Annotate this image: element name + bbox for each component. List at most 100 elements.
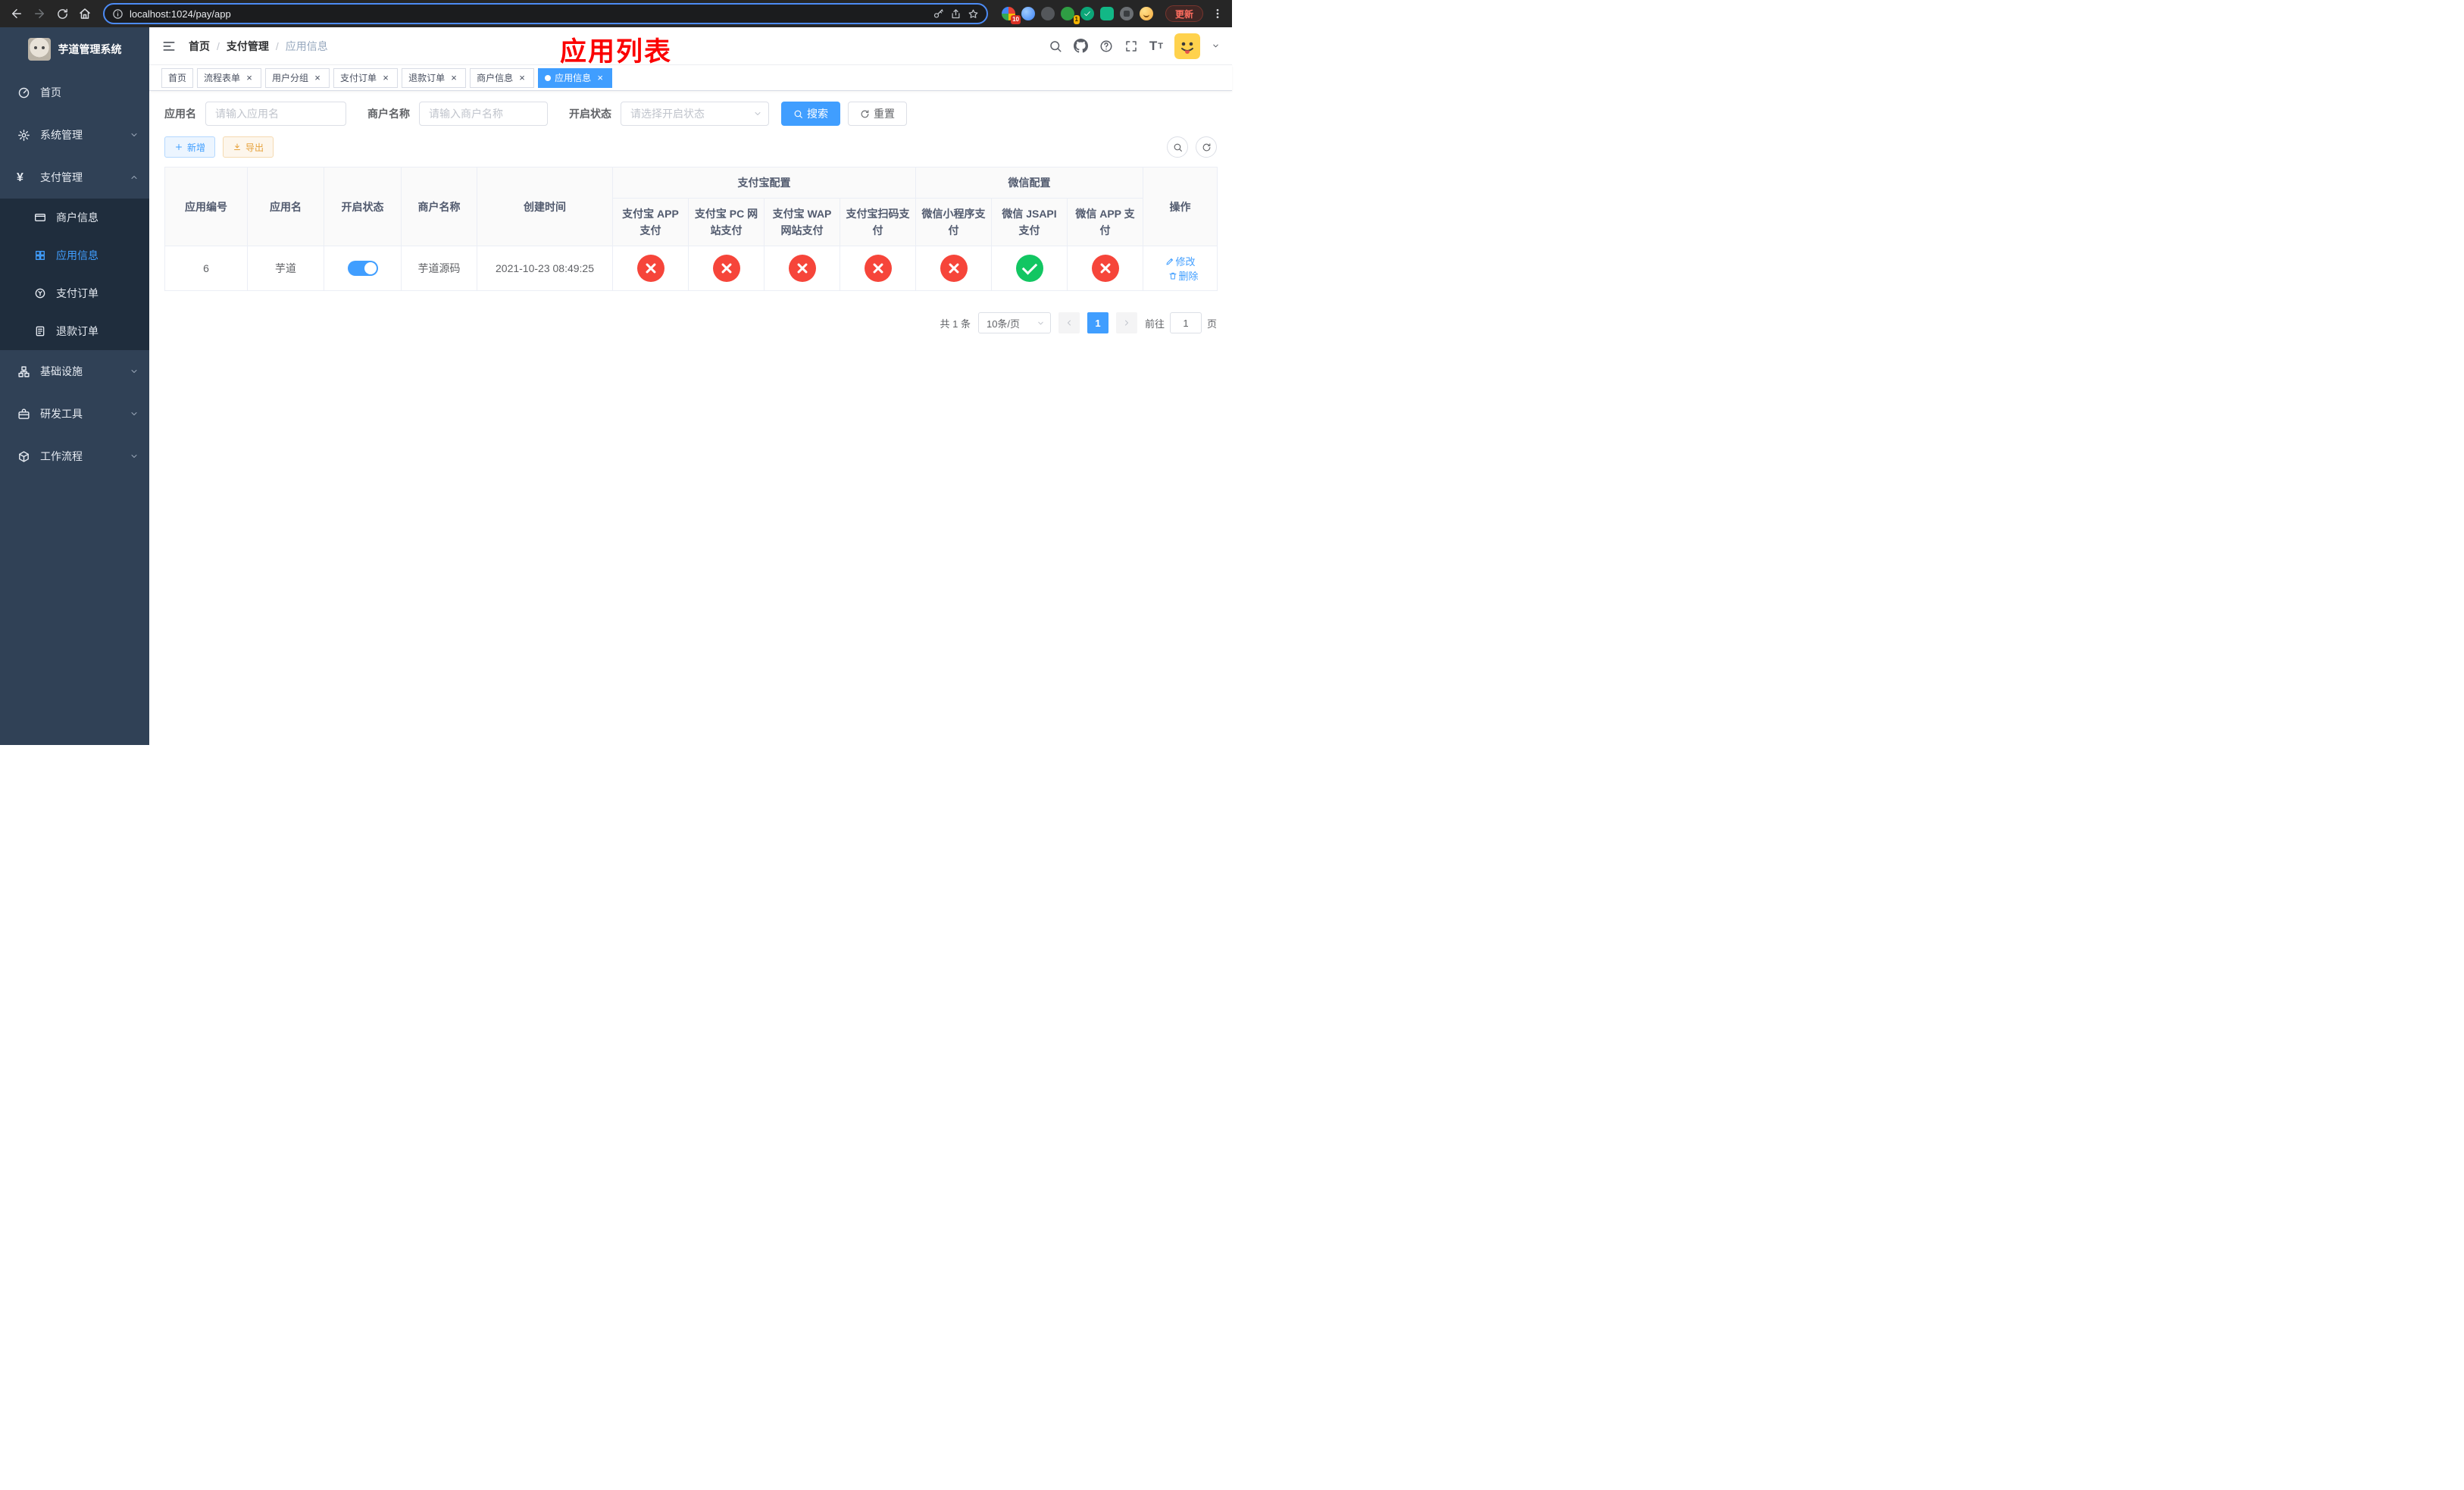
wechat-lite-status-icon bbox=[940, 255, 968, 282]
tree-structure-icon bbox=[17, 365, 30, 378]
export-button[interactable]: 导出 bbox=[223, 136, 274, 158]
tab-home[interactable]: 首页 bbox=[161, 67, 194, 88]
sidebar-item-merchant-info[interactable]: 商户信息 bbox=[0, 199, 149, 236]
add-button[interactable]: 新增 bbox=[164, 136, 216, 158]
app-name-input[interactable] bbox=[205, 102, 346, 126]
extension-icon[interactable] bbox=[1119, 7, 1134, 20]
tab-refund-order[interactable]: 退款订单 bbox=[402, 67, 467, 88]
active-dot bbox=[545, 74, 552, 81]
tab-label: 流程表单 bbox=[204, 73, 241, 83]
close-icon[interactable] bbox=[595, 73, 605, 83]
breadcrumb-payment: 支付管理 bbox=[210, 39, 269, 54]
forward-icon[interactable] bbox=[29, 3, 50, 24]
select-placeholder: 请选择开启状态 bbox=[630, 108, 705, 120]
extension-icon[interactable] bbox=[1040, 7, 1055, 20]
sidebar-item-workflow[interactable]: 工作流程 bbox=[0, 435, 149, 477]
extension-icon[interactable] bbox=[1139, 7, 1153, 20]
status-select[interactable]: 请选择开启状态 bbox=[621, 102, 769, 126]
url-bar[interactable]: localhost:1024/pay/app bbox=[103, 3, 988, 24]
status-toggle[interactable] bbox=[347, 261, 378, 276]
search-icon bbox=[793, 109, 803, 119]
fullscreen-icon[interactable] bbox=[1124, 39, 1138, 53]
extensions-toolbar: 10 1 bbox=[1001, 7, 1153, 24]
sidebar-item-label: 研发工具 bbox=[40, 408, 83, 420]
table-toolbar: 新增 导出 bbox=[164, 136, 1217, 158]
breadcrumb-home[interactable]: 首页 bbox=[189, 39, 210, 54]
url-text: localhost:1024/pay/app bbox=[130, 8, 231, 20]
toggle-search-button[interactable] bbox=[1167, 136, 1188, 158]
merchant-name-input[interactable] bbox=[419, 102, 548, 126]
sidebar-item-label: 基础设施 bbox=[40, 365, 83, 377]
refresh-table-button[interactable] bbox=[1196, 136, 1217, 158]
share-icon[interactable] bbox=[950, 8, 962, 20]
user-avatar[interactable] bbox=[1174, 33, 1200, 59]
close-icon[interactable] bbox=[244, 73, 255, 83]
close-icon[interactable] bbox=[312, 73, 323, 83]
back-icon[interactable] bbox=[6, 3, 27, 24]
help-icon[interactable] bbox=[1099, 39, 1113, 53]
extension-icon[interactable] bbox=[1080, 7, 1094, 20]
tab-label: 应用信息 bbox=[555, 73, 592, 83]
tab-app-info[interactable]: 应用信息 bbox=[538, 67, 613, 88]
cell-app-id: 6 bbox=[164, 246, 248, 291]
tab-merchant-info[interactable]: 商户信息 bbox=[470, 67, 535, 88]
sidebar-toggle-icon[interactable] bbox=[161, 39, 177, 54]
tab-user-group[interactable]: 用户分组 bbox=[265, 67, 330, 88]
reset-button[interactable]: 重置 bbox=[848, 102, 907, 126]
browser-menu-icon[interactable] bbox=[1209, 8, 1226, 20]
tab-label: 商户信息 bbox=[477, 73, 514, 83]
search-icon[interactable] bbox=[1049, 39, 1062, 53]
page-content: 应用名 商户名称 开启状态 请选择开启状态 搜索 bbox=[149, 91, 1232, 745]
header-merchant: 商户名称 bbox=[401, 167, 477, 246]
goto-suffix: 页 bbox=[1206, 318, 1217, 330]
extension-icon[interactable]: 10 bbox=[1001, 7, 1021, 24]
chrome-update-button[interactable]: 更新 bbox=[1165, 5, 1203, 22]
prev-page-button[interactable] bbox=[1058, 312, 1080, 333]
sidebar-item-pay-order[interactable]: 支付订单 bbox=[0, 274, 149, 312]
alipay-app-status-icon bbox=[636, 255, 664, 282]
page-number-current[interactable]: 1 bbox=[1087, 312, 1108, 333]
bookmark-star-icon[interactable] bbox=[968, 8, 979, 20]
site-info-icon[interactable] bbox=[112, 8, 124, 20]
header-app-id: 应用编号 bbox=[164, 167, 248, 246]
app-title: 芋道管理系统 bbox=[58, 43, 122, 55]
cell-app-name: 芋道 bbox=[247, 246, 324, 291]
tab-process-form[interactable]: 流程表单 bbox=[197, 67, 262, 88]
sidebar-item-payment[interactable]: 支付管理 bbox=[0, 156, 149, 199]
close-icon[interactable] bbox=[517, 73, 527, 83]
delete-link[interactable]: 删除 bbox=[1168, 268, 1199, 283]
sidebar-item-app-info[interactable]: 应用信息 bbox=[0, 236, 149, 274]
sidebar-item-infrastructure[interactable]: 基础设施 bbox=[0, 350, 149, 393]
github-icon[interactable] bbox=[1073, 39, 1088, 53]
caret-down-icon[interactable] bbox=[1212, 42, 1220, 50]
extension-icon[interactable] bbox=[1021, 7, 1035, 20]
close-icon[interactable] bbox=[449, 73, 459, 83]
search-button[interactable]: 搜索 bbox=[781, 102, 840, 126]
close-icon[interactable] bbox=[380, 73, 391, 83]
sidebar-item-refund-order[interactable]: 退款订单 bbox=[0, 312, 149, 350]
dashboard-icon bbox=[17, 86, 30, 99]
goto-page-input[interactable] bbox=[1169, 312, 1202, 333]
password-key-icon[interactable] bbox=[933, 8, 944, 20]
sidebar-item-system[interactable]: 系统管理 bbox=[0, 114, 149, 156]
yen-icon bbox=[17, 171, 30, 184]
chevron-down-icon bbox=[130, 452, 139, 461]
edit-link[interactable]: 修改 bbox=[1165, 254, 1196, 268]
sidebar-item-label: 首页 bbox=[40, 86, 61, 99]
header-app-name: 应用名 bbox=[247, 167, 324, 246]
extension-icon[interactable]: 1 bbox=[1060, 7, 1080, 24]
header-alipay-pc: 支付宝 PC 网站支付 bbox=[688, 198, 765, 246]
home-icon[interactable] bbox=[74, 3, 95, 24]
reload-icon[interactable] bbox=[52, 3, 73, 24]
app-logo[interactable]: 芋道管理系统 bbox=[0, 27, 149, 71]
document-icon bbox=[33, 325, 47, 337]
page-size-select[interactable]: 10条/页 bbox=[977, 312, 1051, 333]
extension-icon[interactable] bbox=[1099, 7, 1114, 20]
font-size-icon[interactable] bbox=[1149, 39, 1163, 54]
toolbox-icon bbox=[17, 408, 30, 421]
alipay-pc-status-icon bbox=[712, 255, 740, 282]
tab-pay-order[interactable]: 支付订单 bbox=[333, 67, 399, 88]
sidebar-item-dev-tools[interactable]: 研发工具 bbox=[0, 393, 149, 435]
sidebar-item-home[interactable]: 首页 bbox=[0, 71, 149, 114]
next-page-button[interactable] bbox=[1115, 312, 1137, 333]
